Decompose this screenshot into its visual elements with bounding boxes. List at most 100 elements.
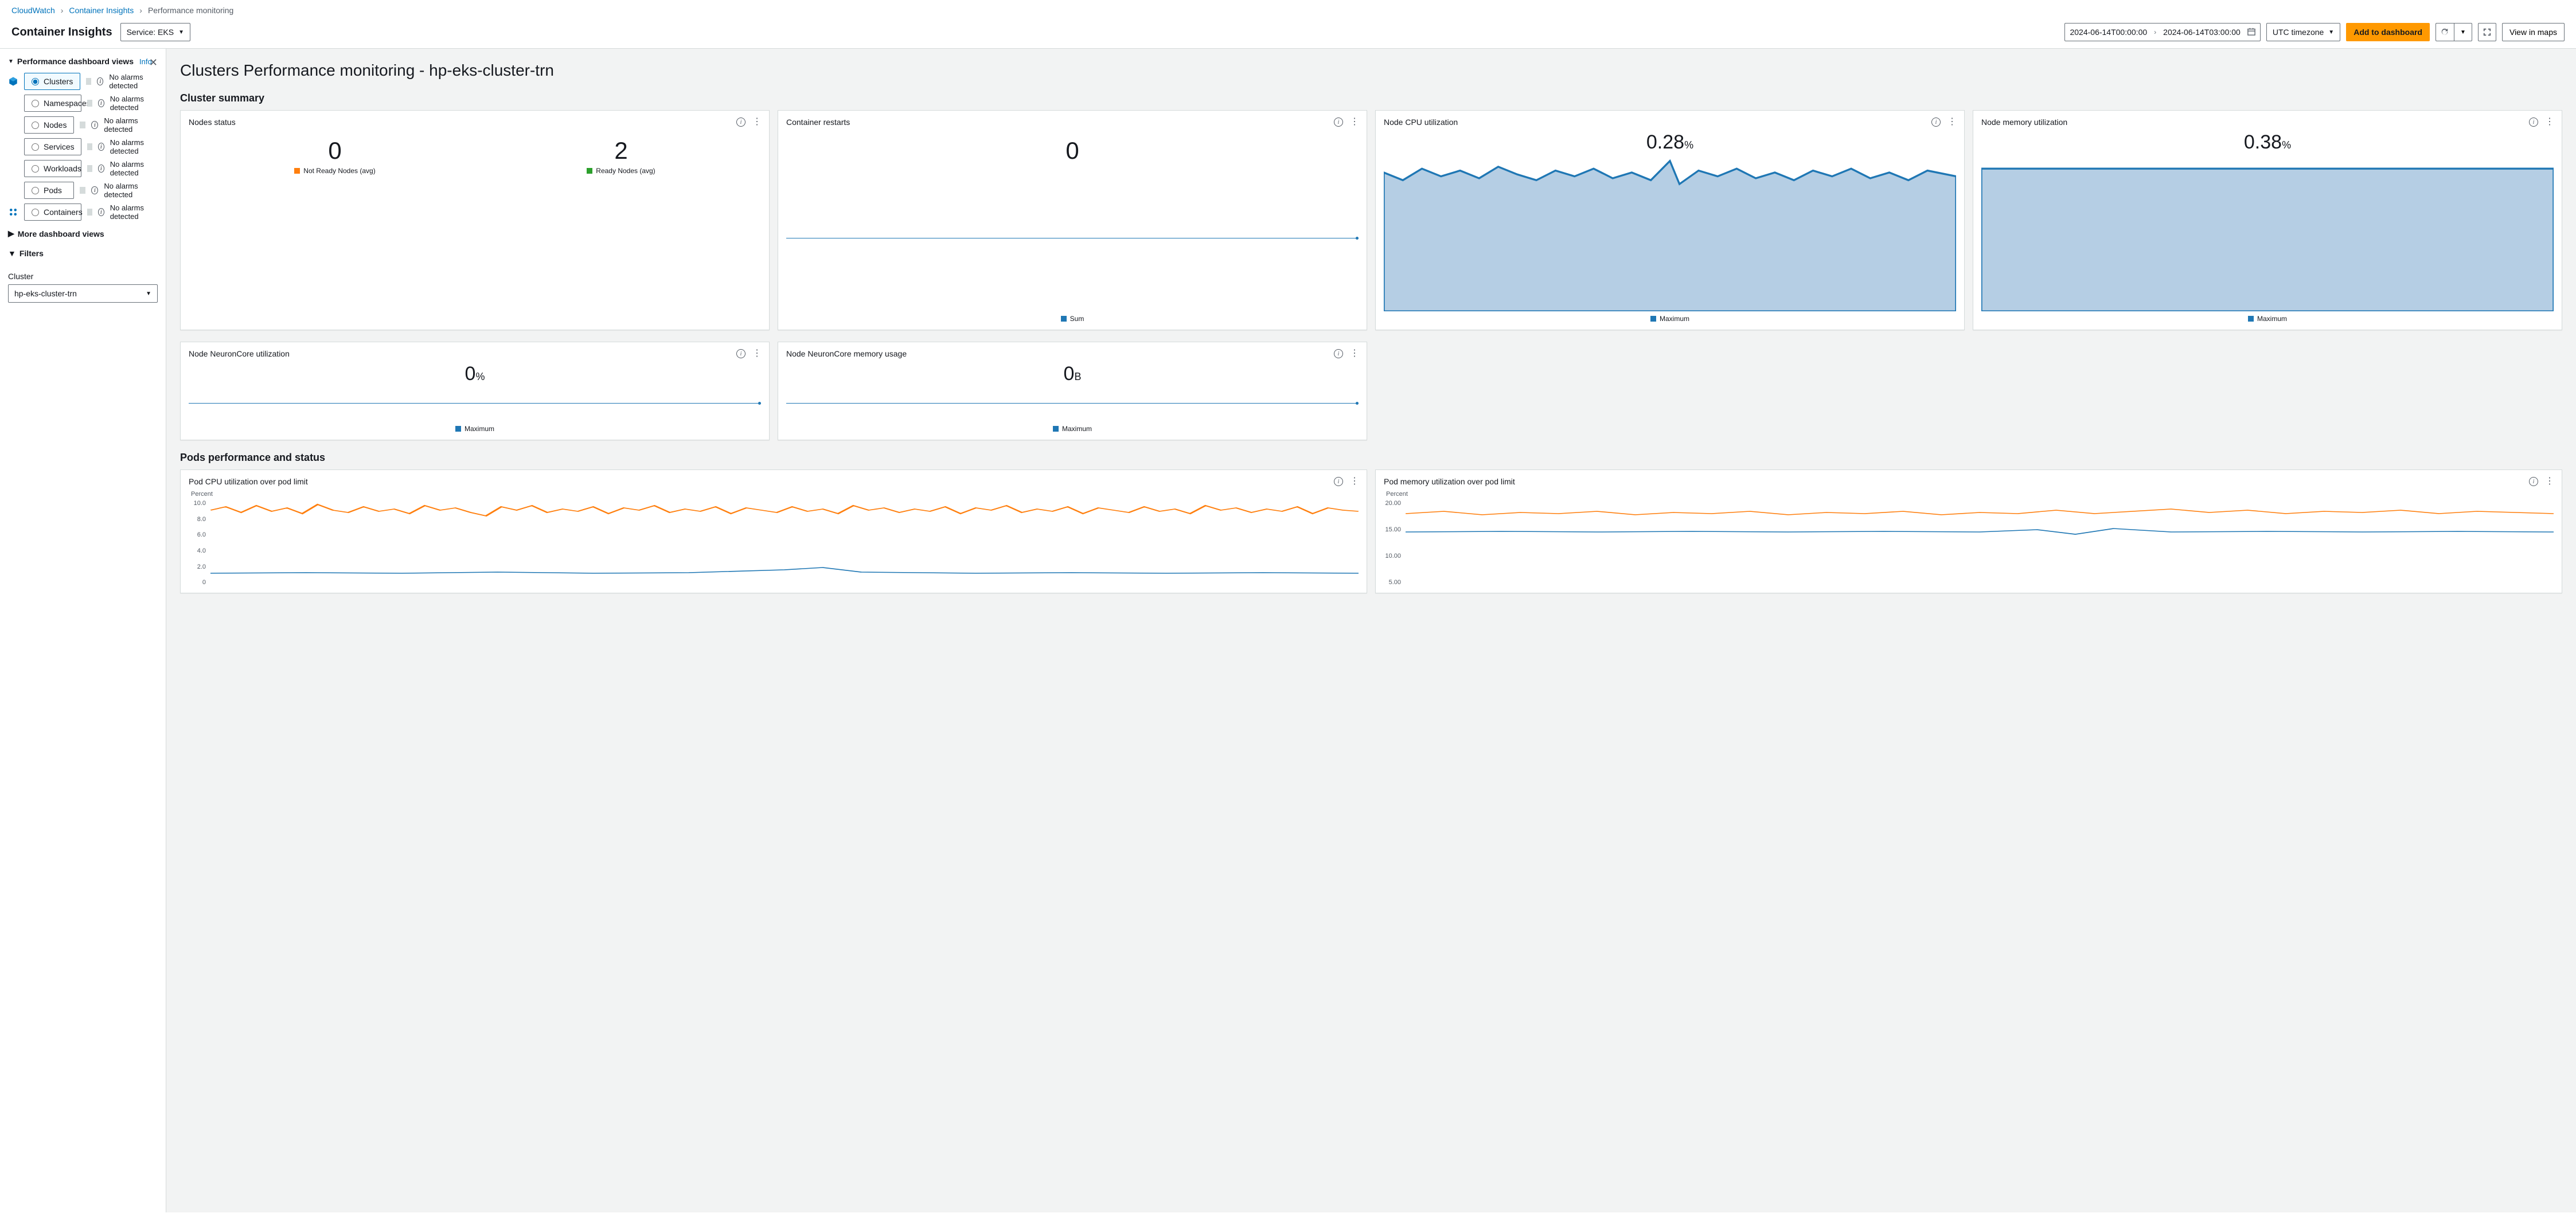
refresh-icon — [2441, 28, 2449, 36]
info-icon[interactable]: i — [91, 186, 98, 194]
card-title: Nodes status — [189, 118, 236, 127]
refresh-button[interactable] — [2436, 23, 2454, 41]
menu-icon[interactable]: ⋮ — [1947, 118, 1956, 127]
view-pods-radio[interactable] — [32, 187, 39, 194]
info-icon[interactable]: i — [736, 349, 746, 358]
info-icon[interactable]: i — [1334, 118, 1343, 127]
info-icon[interactable]: i — [98, 208, 104, 216]
view-namespaces-radio[interactable] — [32, 100, 39, 107]
y-axis-label: Percent — [1386, 491, 2554, 498]
menu-icon[interactable]: ⋮ — [2545, 118, 2554, 127]
view-workloads[interactable]: Workloads — [24, 160, 81, 177]
cpu-value: 0.28 — [1646, 131, 1684, 153]
cluster-filter-select[interactable]: hp-eks-cluster-trn ▼ — [8, 284, 158, 303]
main-content: Clusters Performance monitoring - hp-eks… — [166, 49, 2576, 1212]
view-clusters-radio[interactable] — [32, 78, 39, 85]
triangle-down-icon: ▼ — [8, 249, 16, 258]
alarm-text: No alarms detected — [110, 95, 158, 112]
menu-icon[interactable]: ⋮ — [1350, 477, 1359, 486]
legend-label: Ready Nodes (avg) — [596, 167, 655, 175]
view-nodes[interactable]: Nodes — [24, 116, 74, 134]
info-icon[interactable]: i — [98, 143, 104, 151]
info-icon[interactable]: i — [97, 77, 103, 85]
menu-icon[interactable]: ⋮ — [2545, 477, 2554, 486]
info-icon[interactable]: i — [1334, 477, 1343, 486]
y-tick: 2.0 — [189, 563, 206, 570]
breadcrumb-cloudwatch[interactable]: CloudWatch — [11, 6, 55, 15]
view-nodes-radio[interactable] — [32, 122, 39, 129]
info-icon[interactable]: i — [2529, 118, 2538, 127]
legend-label: Not Ready Nodes (avg) — [303, 167, 375, 175]
legend-dot-blue — [1061, 316, 1067, 322]
view-containers[interactable]: Containers — [24, 204, 81, 221]
info-icon[interactable]: i — [1334, 349, 1343, 358]
info-icon[interactable]: i — [98, 99, 104, 107]
y-tick: 0 — [189, 579, 206, 586]
filters-toggle[interactable]: ▼ Filters — [8, 249, 158, 258]
time-range-picker[interactable]: 2024-06-14T00:00:00 › 2024-06-14T03:00:0… — [2064, 23, 2260, 41]
alarm-status-box — [80, 122, 85, 128]
view-namespaces[interactable]: Namespaces — [24, 95, 81, 112]
y-tick: 15.00 — [1384, 526, 1401, 533]
view-services-radio[interactable] — [32, 143, 39, 151]
y-axis-label: Percent — [191, 491, 1359, 498]
y-tick: 10.0 — [189, 500, 206, 507]
page-title: Container Insights — [11, 26, 112, 39]
menu-icon[interactable]: ⋮ — [752, 349, 761, 358]
card-pod-mem: Pod memory utilization over pod limit i ⋮… — [1375, 469, 2562, 593]
card-title: Node NeuronCore utilization — [189, 349, 290, 358]
mem-value: 0.38 — [2244, 131, 2282, 153]
view-label: Namespaces — [44, 99, 91, 108]
timezone-select[interactable]: UTC timezone ▼ — [2266, 23, 2340, 41]
alarm-status-box — [87, 165, 92, 172]
views-section-toggle[interactable]: ▼ Performance dashboard views Info — [8, 57, 158, 66]
cluster-filter-label: Cluster — [8, 272, 158, 281]
info-icon[interactable]: i — [98, 165, 104, 173]
info-icon[interactable]: i — [91, 121, 98, 129]
more-views-toggle[interactable]: ▶ More dashboard views — [8, 229, 158, 238]
cluster-filter-value: hp-eks-cluster-trn — [14, 289, 77, 298]
ready-value: 2 — [587, 137, 655, 165]
breadcrumb-container-insights[interactable]: Container Insights — [69, 6, 134, 15]
service-select[interactable]: Service: EKS ▼ — [120, 23, 190, 41]
legend-dot-green — [587, 168, 592, 174]
legend-label: Maximum — [465, 425, 494, 433]
view-services[interactable]: Services — [24, 138, 81, 155]
views-section-label: Performance dashboard views — [17, 57, 134, 66]
view-clusters[interactable]: Clusters — [24, 73, 80, 90]
menu-icon[interactable]: ⋮ — [1350, 118, 1359, 127]
filters-label: Filters — [19, 249, 44, 258]
menu-icon[interactable]: ⋮ — [752, 118, 761, 127]
view-label: Nodes — [44, 120, 67, 130]
chevron-right-icon: › — [2154, 28, 2156, 36]
menu-icon[interactable]: ⋮ — [1350, 349, 1359, 358]
card-pod-cpu: Pod CPU utilization over pod limit i⋮ Pe… — [180, 469, 1367, 593]
card-node-mem: Node memory utilization i⋮ 0.38% Maximum — [1973, 110, 2562, 330]
view-pods[interactable]: Pods — [24, 182, 74, 199]
triangle-down-icon: ▼ — [8, 58, 14, 65]
alarm-status-box — [87, 143, 92, 150]
refresh-options-button[interactable]: ▼ — [2454, 23, 2472, 41]
cluster-icon — [8, 207, 18, 217]
view-label: Containers — [44, 208, 83, 217]
info-icon[interactable]: i — [736, 118, 746, 127]
neuron-mem-value: 0 — [1064, 363, 1075, 385]
info-icon[interactable]: i — [2529, 477, 2538, 486]
alarm-text: No alarms detected — [110, 160, 158, 177]
card-container-restarts: Container restarts i⋮ 0 Sum — [778, 110, 1367, 330]
sparkline — [786, 403, 1359, 404]
close-sidebar-button[interactable]: ✕ — [149, 57, 158, 69]
card-neuron-mem: Node NeuronCore memory usage i⋮ 0B Maxim… — [778, 342, 1367, 440]
card-title: Pod memory utilization over pod limit — [1384, 477, 1515, 486]
breadcrumb: CloudWatch › Container Insights › Perfor… — [0, 0, 2576, 21]
y-tick: 6.0 — [189, 531, 206, 538]
view-workloads-radio[interactable] — [32, 165, 39, 173]
add-to-dashboard-button[interactable]: Add to dashboard — [2346, 23, 2430, 41]
view-in-maps-button[interactable]: View in maps — [2502, 23, 2565, 41]
view-containers-radio[interactable] — [32, 209, 39, 216]
card-title: Node memory utilization — [1981, 118, 2067, 127]
fullscreen-button[interactable] — [2478, 23, 2496, 41]
alarm-text: No alarms detected — [104, 182, 158, 199]
info-icon[interactable]: i — [1931, 118, 1941, 127]
alarm-status-box — [86, 78, 91, 85]
